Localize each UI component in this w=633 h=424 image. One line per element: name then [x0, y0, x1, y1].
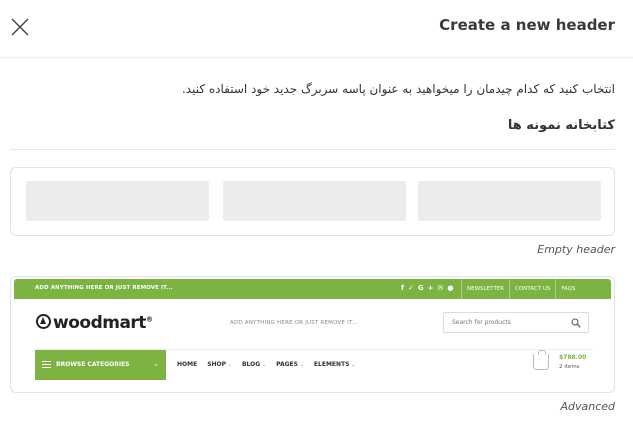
twitter-icon: ✓ — [408, 284, 418, 292]
template-empty-header[interactable] — [10, 167, 615, 236]
template-caption: Advanced — [560, 400, 615, 413]
menu-icon — [42, 361, 51, 368]
library-title: کتابخانه نمونه ها — [507, 118, 615, 133]
topbar-promo: ADD ANYTHING HERE OR JUST REMOVE IT... — [35, 285, 173, 291]
cart-icon — [533, 350, 549, 370]
topbar-link: CONTACT US — [508, 279, 555, 299]
email-icon: ✉ — [437, 284, 448, 292]
pinterest-icon: ● — [447, 284, 458, 292]
social-icons: f✓G+✉● — [401, 284, 458, 292]
menu-item: PAGES — [276, 361, 304, 368]
page-title: Create a new header — [439, 16, 615, 34]
menu-item: SHOP — [207, 361, 232, 368]
placeholder-block — [418, 181, 601, 221]
divider — [10, 149, 615, 150]
cart-price: $788.00 — [559, 354, 587, 361]
placeholder-block — [26, 181, 209, 221]
menu-item: BLOG — [242, 361, 266, 368]
preview-search: Search for products — [443, 312, 589, 333]
close-icon[interactable] — [10, 17, 30, 37]
topbar-links: NEWSLETTER CONTACT US FAQS — [461, 279, 581, 299]
search-placeholder: Search for products — [452, 319, 511, 326]
preview-menu: HOME SHOP BLOG PAGES ELEMENTS — [177, 361, 365, 368]
intro-description: انتخاب کنید که کدام چیدمان را میخواهید ب… — [181, 82, 615, 96]
facebook-icon: f — [401, 284, 409, 292]
topbar-link: FAQS — [555, 279, 580, 299]
template-advanced[interactable]: ADD ANYTHING HERE OR JUST REMOVE IT... f… — [10, 276, 615, 393]
placeholder-block — [223, 181, 406, 221]
modal-header: Create a new header — [0, 0, 633, 58]
preview-logo: woodmart® — [36, 313, 153, 333]
menu-item: ELEMENTS — [314, 361, 355, 368]
google-plus-icon: G+ — [417, 284, 438, 292]
logo-registered: ® — [145, 315, 153, 324]
logo-icon — [36, 314, 51, 329]
preview-nav: BROWSE CATEGORIES ⌄ HOME SHOP BLOG PAGES… — [35, 349, 593, 380]
topbar-link: NEWSLETTER — [461, 279, 509, 299]
search-icon — [571, 318, 581, 328]
logo-text: woodmart — [53, 313, 146, 333]
middle-promo: ADD ANYTHING HERE OR JUST REMOVE IT... — [230, 320, 358, 326]
cart-items: 2 items — [559, 364, 580, 370]
menu-item: HOME — [177, 361, 198, 368]
preview-topbar: ADD ANYTHING HERE OR JUST REMOVE IT... f… — [14, 279, 611, 299]
browse-categories: BROWSE CATEGORIES ⌄ — [35, 350, 166, 380]
chevron-down-icon: ⌄ — [153, 360, 159, 368]
template-caption: Empty header — [537, 243, 615, 256]
browse-label: BROWSE CATEGORIES — [56, 361, 130, 368]
